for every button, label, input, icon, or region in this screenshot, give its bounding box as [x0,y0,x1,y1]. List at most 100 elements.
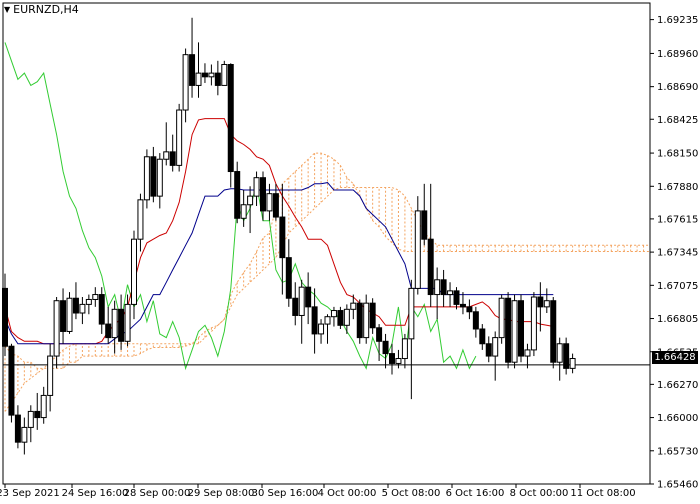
candle [563,337,570,375]
candle-body-bear [337,310,344,326]
plot-frame [2,2,651,485]
symbol-header[interactable]: ▼ EURNZD,H4 [4,3,79,16]
axes: 1.69235 1.68960 1.68690 1.68425 1.68150 1.678… [0,2,698,499]
candle [305,272,312,325]
candle-body-bear [440,279,447,296]
y-tick-label: 1.68150 [657,149,698,160]
candle [124,294,131,347]
candle [556,337,563,381]
candle [240,189,247,227]
candle [189,17,196,98]
candle [395,349,402,369]
x-tick-label: 8 Oct 00:00 [510,488,569,499]
candle-body-bull [40,394,47,419]
candle [434,267,441,320]
candle-body-bear [479,328,486,345]
y-tick-label: 1.67880 [657,182,698,193]
y-tick-label: 1.67345 [657,248,698,259]
candle-body-bear [563,343,570,369]
candle [66,292,73,334]
candle [543,288,550,314]
candle-body-bear [227,64,234,173]
candle [272,183,279,221]
candle [163,122,170,166]
candle [137,193,144,252]
symbol-label: EURNZD,H4 [13,3,79,16]
candle-body-bear [369,302,376,329]
current-price-label: 1.66428 [654,352,696,363]
candle-body-bull [92,294,99,300]
candle-body-bear [453,290,460,305]
candle [479,324,486,350]
candle-body-bear [14,414,21,443]
price-chart[interactable]: 1.69235 1.68960 1.68690 1.68425 1.68150 1.678… [0,0,700,500]
candle [156,153,163,209]
candle [498,294,505,344]
candle-body-bear [356,302,363,339]
candle-body-bull [408,287,415,340]
candle-body-bull [131,238,137,305]
candle-body-bear [389,353,395,364]
candle-body-bull [253,177,260,197]
candle-body-bear [169,151,176,166]
candle-body-bull [137,199,144,240]
triangle-down-icon[interactable]: ▼ [4,5,10,14]
candle [21,417,28,455]
candle [337,306,344,329]
candle [118,294,125,350]
y-tick-label: 1.68425 [657,115,698,126]
candle [363,294,370,344]
candle-body-bull [569,358,576,369]
candle-body-bear [485,343,492,357]
candle [176,103,183,172]
y-tick-label: 1.67615 [657,214,698,225]
candle-body-bull [124,303,131,342]
candle [14,405,21,449]
x-tick-label: 6 Oct 16:00 [446,488,505,499]
x-tick-label: 4 Oct 00:00 [318,488,377,499]
candle-body-bull [85,298,92,305]
candle-body-bear [201,72,208,78]
candle [214,60,221,96]
candle-body-bull [414,210,421,289]
candle-body-bear [305,286,312,308]
candle-body-bull [434,279,441,296]
candle-body-bull [79,303,86,314]
candle-body-bear [189,54,196,86]
candle [382,333,389,369]
candle-body-bull [47,355,54,396]
x-tick-label: 28 Sep 00:00 [124,488,191,499]
candle-body-bear [505,297,512,363]
candle [466,299,473,320]
candle [253,171,260,206]
candle [285,239,292,307]
candle [408,279,415,400]
candle [201,63,208,83]
candle-body-bull [556,343,563,363]
candle [343,304,350,334]
candle-body-bull [492,337,499,357]
chart-window[interactable]: 1.69235 1.68960 1.68690 1.68425 1.68150 1.678… [0,0,700,500]
candle [330,306,337,327]
y-tick-label: 1.67075 [657,281,698,292]
candle [266,183,273,221]
candle-body-bear [8,345,15,416]
candle [311,288,318,354]
candle-body-bear [60,300,67,332]
candle-body-bear [34,410,41,419]
candle-body-bull [330,310,337,318]
candle-body-bear [272,193,279,218]
candle [292,282,299,326]
candle-body-bear [285,257,292,299]
candle-body-bear [292,297,299,316]
candle [72,282,79,320]
candle-body-bull [298,286,305,316]
candle [356,299,363,344]
tenkan-line [4,182,554,345]
candle-body-bull [195,72,202,86]
candle-body-bull [543,300,550,308]
candle-body-bull [524,349,531,357]
y-tick-label: 1.69235 [657,15,698,26]
y-tick-label: 1.65730 [657,446,698,457]
candle [421,183,428,246]
